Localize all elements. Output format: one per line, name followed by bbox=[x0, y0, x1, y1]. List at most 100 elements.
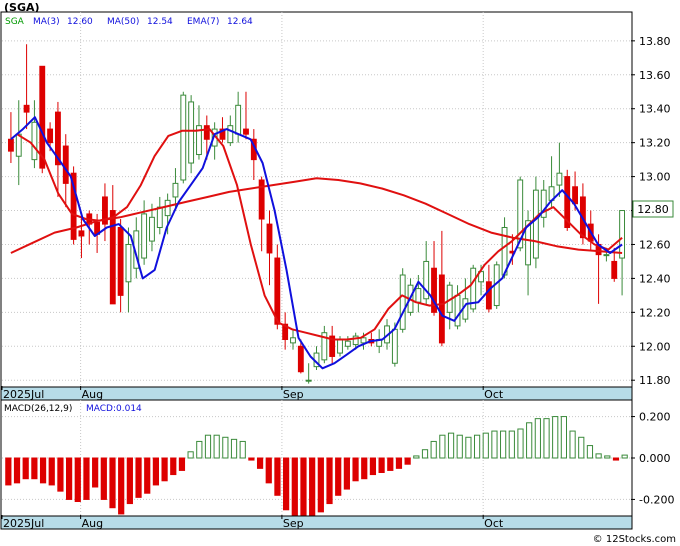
macd-bar bbox=[586, 445, 594, 459]
macd-bar bbox=[39, 457, 47, 484]
price-legend: SGA MA(3) 12.60 MA(50) 12.54 EMA(7) 12.64 bbox=[5, 17, 253, 27]
price-y-tick-label: 13.80 bbox=[639, 35, 671, 48]
x-tick-label: Oct bbox=[484, 517, 504, 530]
macd-bar bbox=[543, 418, 550, 459]
macd-bar bbox=[144, 457, 151, 494]
price-panel: 11.80 12.00 12.20 12.40 12.60 12.80 13.00 13.20… bbox=[0, 1, 674, 388]
macd-bar bbox=[83, 457, 90, 500]
legend-value: 12.64 bbox=[227, 17, 253, 27]
x-tick-label: 2025Jul bbox=[3, 517, 44, 530]
legend-value: 12.54 bbox=[147, 17, 173, 27]
macd-bar bbox=[126, 457, 133, 505]
macd-bar bbox=[291, 457, 298, 517]
macd-bar bbox=[578, 436, 585, 459]
candle bbox=[532, 176, 539, 269]
price-y-tick-label: 12.00 bbox=[639, 340, 671, 353]
macd-bar bbox=[178, 457, 186, 471]
macd-bar bbox=[74, 457, 81, 502]
macd-bar bbox=[66, 457, 73, 500]
macd-bar bbox=[473, 434, 481, 459]
macd-bar bbox=[100, 457, 107, 500]
candle bbox=[180, 91, 187, 184]
macd-bar bbox=[343, 457, 350, 490]
macd-bar bbox=[161, 457, 168, 482]
macd-bar bbox=[48, 457, 55, 486]
macd-bar bbox=[309, 457, 316, 523]
macd-bar bbox=[552, 416, 559, 459]
macd-bar bbox=[230, 438, 238, 459]
macd-bar bbox=[534, 418, 541, 459]
macd-bar bbox=[222, 436, 229, 459]
macd-bar bbox=[413, 455, 420, 459]
macd-bar bbox=[152, 457, 160, 486]
macd-bar bbox=[5, 457, 12, 486]
stock-chart: 11.80 12.00 12.20 12.40 12.60 12.80 13.00 13.20… bbox=[0, 0, 680, 546]
macd-y-tick-label: 0.200 bbox=[639, 411, 671, 424]
macd-bar bbox=[135, 457, 142, 498]
price-y-tick-label: 13.60 bbox=[639, 69, 671, 82]
price-y-tick-label: 11.80 bbox=[639, 374, 671, 387]
macd-bar bbox=[204, 434, 212, 459]
macd-bar bbox=[300, 457, 307, 521]
macd-bar bbox=[612, 457, 620, 461]
macd-bar bbox=[335, 457, 342, 496]
macd-bar bbox=[109, 457, 116, 509]
x-tick-label: Sep bbox=[283, 388, 304, 401]
macd-label: MACD(26,12,9) bbox=[4, 404, 72, 414]
macd-bar bbox=[22, 457, 29, 480]
macd-bar bbox=[395, 457, 403, 469]
macd-bar bbox=[604, 455, 611, 459]
price-y-tick-label: 12.60 bbox=[639, 238, 671, 251]
macd-bar bbox=[465, 436, 472, 459]
macd-bar bbox=[57, 457, 64, 492]
macd-bar bbox=[378, 457, 385, 473]
macd-bar bbox=[595, 453, 602, 459]
legend-value: 12.60 bbox=[67, 17, 93, 27]
macd-bar bbox=[500, 430, 507, 459]
macd-bar bbox=[387, 457, 394, 471]
price-y-tick-label: 12.20 bbox=[639, 306, 671, 319]
price-y-tick-label: 13.20 bbox=[639, 137, 671, 150]
macd-bar bbox=[317, 457, 324, 513]
macd-bar bbox=[508, 430, 515, 459]
macd-bar bbox=[560, 416, 568, 459]
x-tick-label: 2025Jul bbox=[3, 388, 44, 401]
macd-bar bbox=[517, 428, 524, 459]
macd-bar bbox=[118, 457, 125, 515]
legend-label: MA(50) bbox=[107, 17, 139, 27]
legend-label: EMA(7) bbox=[187, 17, 219, 27]
candle bbox=[188, 95, 195, 174]
macd-bar bbox=[482, 432, 489, 459]
macd-bar bbox=[13, 457, 21, 484]
candle bbox=[470, 264, 477, 313]
macd-bar bbox=[326, 457, 333, 505]
macd-bar bbox=[31, 457, 38, 480]
macd-bar bbox=[421, 449, 429, 459]
macd-bar bbox=[430, 440, 437, 459]
macd-bar bbox=[256, 457, 264, 469]
x-tick-label: Oct bbox=[484, 388, 504, 401]
macd-bar bbox=[92, 457, 99, 488]
macd-bar bbox=[404, 457, 411, 465]
x-tick-label: Aug bbox=[82, 517, 103, 530]
macd-bar bbox=[526, 422, 533, 459]
macd-bar bbox=[361, 457, 368, 480]
macd-bar bbox=[187, 451, 194, 459]
last-price-label: 12.80 bbox=[637, 203, 669, 216]
macd-bar bbox=[369, 457, 377, 476]
macd-bar bbox=[621, 454, 628, 459]
price-y-tick-label: 13.00 bbox=[639, 171, 671, 184]
ticker-title: (SGA) bbox=[4, 1, 40, 14]
legend-label: MA(3) bbox=[33, 17, 60, 27]
macd-y-tick-label: 0.000 bbox=[639, 452, 671, 465]
macd-bar bbox=[352, 457, 359, 482]
watermark: © 12Stocks.com bbox=[593, 534, 676, 545]
price-y-tick-label: 12.40 bbox=[639, 272, 671, 285]
candle bbox=[399, 268, 406, 333]
x-tick-label: Sep bbox=[283, 517, 304, 530]
price-y-tick-label: 13.40 bbox=[639, 103, 671, 116]
macd-bar bbox=[439, 434, 446, 459]
macd-y-tick-label: -0.200 bbox=[639, 493, 674, 506]
last-price-marker: 12.80 bbox=[632, 200, 674, 218]
macd-x-axis: 2025Jul Aug Sep Oct bbox=[0, 515, 633, 530]
